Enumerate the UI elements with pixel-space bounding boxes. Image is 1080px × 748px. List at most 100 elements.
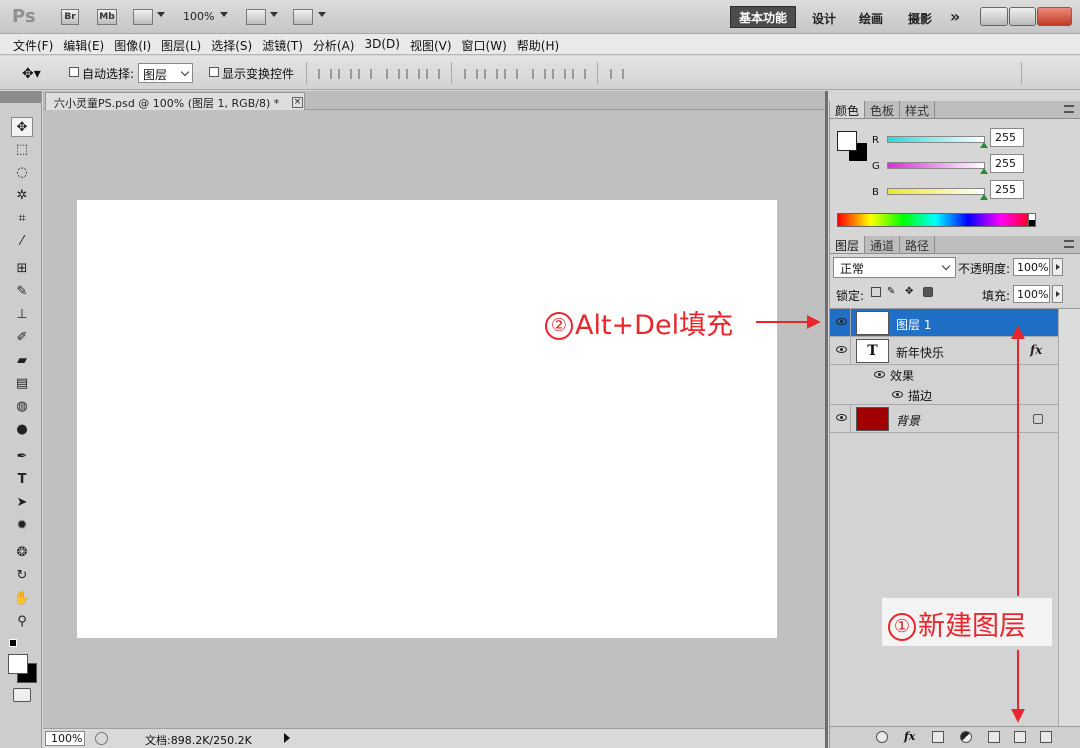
- panel-dock-divider[interactable]: [825, 91, 828, 748]
- workspace-painting[interactable]: 绘画: [859, 10, 883, 27]
- clone-stamp-tool-icon[interactable]: ⊥: [11, 305, 33, 325]
- lock-position-icon[interactable]: ✥: [905, 287, 915, 297]
- black-white-ramp[interactable]: [1028, 213, 1036, 227]
- eye-icon[interactable]: [874, 371, 885, 378]
- delete-layer-icon[interactable]: [1040, 731, 1052, 743]
- blue-slider-knob[interactable]: [980, 194, 988, 200]
- screen-mode-dropdown-icon[interactable]: [318, 12, 326, 17]
- arrange-documents-icon[interactable]: [246, 9, 266, 25]
- distribute-bottom-icon[interactable]: [504, 69, 518, 79]
- show-transform-checkbox[interactable]: [209, 67, 219, 77]
- new-group-icon[interactable]: [988, 731, 1000, 743]
- bridge-button[interactable]: Br: [61, 9, 79, 25]
- panel-menu-icon[interactable]: [1064, 105, 1074, 113]
- tab-swatches[interactable]: 色板: [865, 101, 901, 118]
- tab-paths[interactable]: 路径: [900, 236, 936, 253]
- quick-mask-icon[interactable]: [13, 688, 31, 702]
- lock-transparent-pixels-icon[interactable]: [871, 287, 881, 297]
- distribute-vertical-center-icon[interactable]: [484, 69, 498, 79]
- status-zoom-field[interactable]: 100%: [45, 731, 85, 746]
- hand-tool-icon[interactable]: ✋: [11, 589, 33, 609]
- distribute-top-icon[interactable]: [464, 69, 478, 79]
- red-slider-knob[interactable]: [980, 142, 988, 148]
- zoom-dropdown-icon[interactable]: [220, 12, 228, 17]
- crop-tool-icon[interactable]: ⌗: [11, 209, 33, 229]
- tools-panel-header[interactable]: [0, 91, 41, 103]
- document-tab[interactable]: 六小灵童PS.psd @ 100% (图层 1, RGB/8) * ×: [45, 92, 305, 110]
- blue-channel-value[interactable]: 255: [990, 180, 1024, 199]
- blur-tool-icon[interactable]: ◍: [11, 397, 33, 417]
- align-bottom-icon[interactable]: [358, 69, 372, 79]
- minimize-button[interactable]: [980, 7, 1008, 26]
- close-button[interactable]: [1037, 7, 1072, 26]
- new-layer-icon[interactable]: [1014, 731, 1026, 743]
- foreground-color-swatch[interactable]: [8, 654, 28, 674]
- dodge-tool-icon[interactable]: ●: [11, 420, 33, 440]
- menu-image[interactable]: 图像(I): [109, 34, 156, 54]
- default-colors-icon[interactable]: [9, 639, 17, 647]
- panel-menu-icon[interactable]: [1064, 240, 1074, 248]
- blue-channel-slider[interactable]: [887, 188, 985, 195]
- color-spectrum-ramp[interactable]: [837, 213, 1034, 227]
- brush-tool-icon[interactable]: ✎: [11, 282, 33, 302]
- red-channel-value[interactable]: 255: [990, 128, 1024, 147]
- tab-channels[interactable]: 通道: [865, 236, 901, 253]
- menu-select[interactable]: 选择(S): [206, 34, 257, 54]
- layer-row-background[interactable]: 背景: [830, 405, 1058, 433]
- workspace-design[interactable]: 设计: [812, 10, 836, 27]
- menu-view[interactable]: 视图(V): [405, 34, 457, 54]
- lasso-tool-icon[interactable]: ◌: [11, 163, 33, 183]
- zoom-tool-icon[interactable]: ⚲: [11, 612, 33, 632]
- arrange-dropdown-icon[interactable]: [270, 12, 278, 17]
- eraser-tool-icon[interactable]: ▰: [11, 351, 33, 371]
- workspace-essentials[interactable]: 基本功能: [730, 6, 796, 28]
- gradient-tool-icon[interactable]: ▤: [11, 374, 33, 394]
- maximize-button[interactable]: [1009, 7, 1036, 26]
- pen-tool-icon[interactable]: ✒: [11, 447, 33, 467]
- visibility-toggle[interactable]: [832, 405, 851, 432]
- move-tool-preset-icon[interactable]: ✥▾: [22, 66, 41, 82]
- healing-brush-tool-icon[interactable]: ⊞: [11, 259, 33, 279]
- menu-3d[interactable]: 3D(D): [359, 34, 404, 54]
- lock-image-pixels-icon[interactable]: ✎: [887, 287, 897, 297]
- opacity-slider-arrow-icon[interactable]: [1052, 258, 1063, 276]
- auto-select-checkbox[interactable]: [69, 67, 79, 77]
- effects-row[interactable]: 效果: [830, 365, 1058, 385]
- tab-layers[interactable]: 图层: [830, 236, 866, 253]
- eye-icon[interactable]: [892, 391, 903, 398]
- auto-select-target-select[interactable]: 图层: [138, 63, 193, 83]
- type-tool-icon[interactable]: T: [11, 470, 33, 490]
- menu-layer[interactable]: 图层(L): [156, 34, 206, 54]
- 3d-orbit-tool-icon[interactable]: ↻: [11, 566, 33, 586]
- distribute-left-icon[interactable]: [532, 69, 546, 79]
- lock-all-icon[interactable]: [923, 287, 933, 297]
- more-workspaces-icon[interactable]: »: [950, 7, 960, 26]
- view-extras-icon[interactable]: [133, 9, 153, 25]
- red-channel-slider[interactable]: [887, 136, 985, 143]
- quick-selection-tool-icon[interactable]: ✲: [11, 186, 33, 206]
- align-top-icon[interactable]: [318, 69, 332, 79]
- canvas[interactable]: [77, 200, 777, 638]
- history-brush-tool-icon[interactable]: ✐: [11, 328, 33, 348]
- menu-file[interactable]: 文件(F): [8, 34, 58, 54]
- green-slider-knob[interactable]: [980, 168, 988, 174]
- status-menu-arrow-icon[interactable]: [284, 733, 290, 743]
- auto-align-layers-icon[interactable]: [610, 69, 624, 79]
- mini-bridge-button[interactable]: Mb: [97, 9, 117, 25]
- blend-mode-select[interactable]: 正常: [833, 257, 956, 278]
- shape-tool-icon[interactable]: ✹: [11, 516, 33, 536]
- menu-filter[interactable]: 滤镜(T): [257, 34, 308, 54]
- fill-slider-arrow-icon[interactable]: [1052, 285, 1063, 303]
- tab-styles[interactable]: 样式: [900, 101, 936, 118]
- screen-mode-icon[interactable]: [293, 9, 313, 25]
- align-vertical-center-icon[interactable]: [338, 69, 352, 79]
- add-layer-mask-icon[interactable]: [932, 731, 944, 743]
- distribute-horizontal-center-icon[interactable]: [552, 69, 566, 79]
- visibility-toggle[interactable]: [832, 309, 851, 336]
- visibility-toggle[interactable]: [832, 337, 851, 364]
- layer-row-text[interactable]: T 新年快乐 fx: [830, 337, 1058, 365]
- align-left-icon[interactable]: [386, 69, 400, 79]
- tab-color[interactable]: 颜色: [830, 101, 866, 118]
- menu-help[interactable]: 帮助(H): [512, 34, 564, 54]
- fill-field[interactable]: 100%: [1013, 285, 1050, 303]
